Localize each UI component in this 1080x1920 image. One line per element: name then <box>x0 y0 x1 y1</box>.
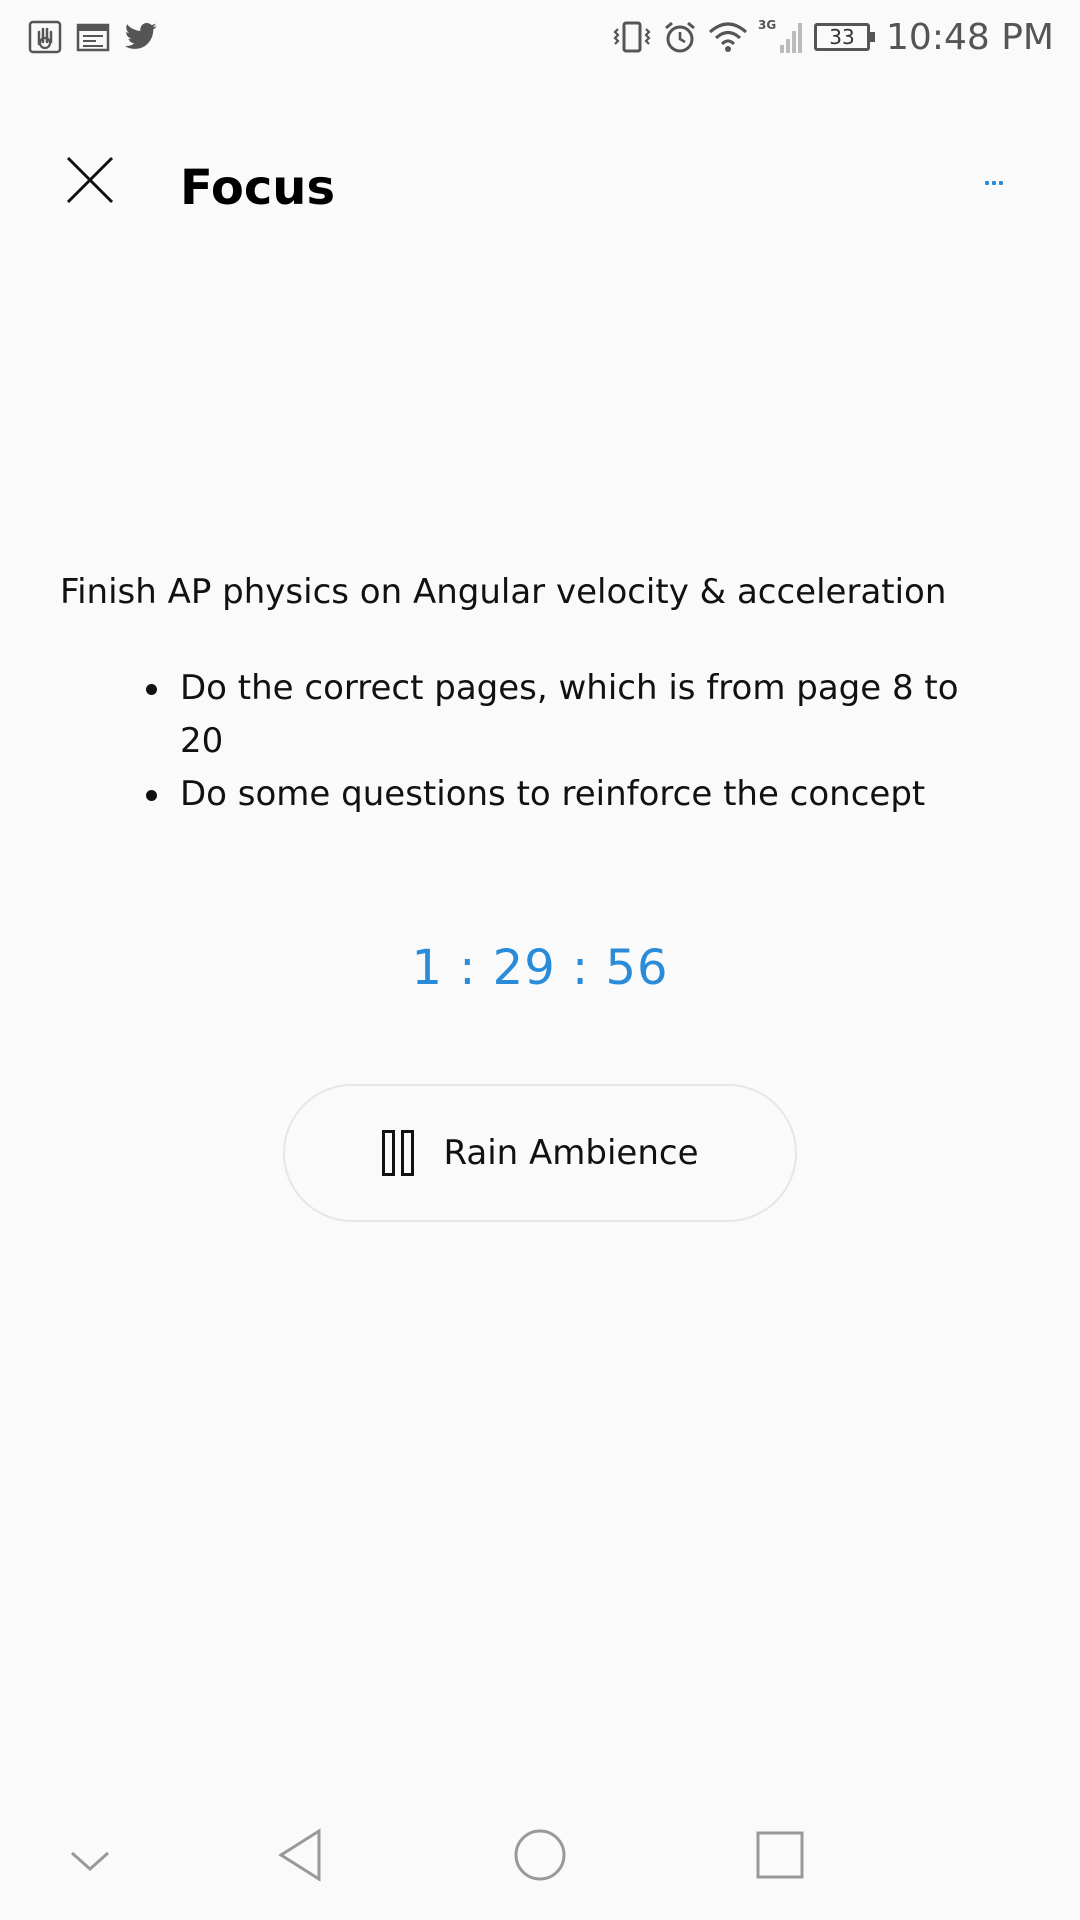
battery-icon: 33 <box>814 23 876 51</box>
task-bullet-list: Do the correct pages, which is from page… <box>140 662 1000 821</box>
vibrate-icon <box>612 19 652 55</box>
system-nav-bar <box>0 1790 1080 1920</box>
pause-icon <box>381 1130 414 1176</box>
ambience-label: Rain Ambience <box>443 1133 699 1173</box>
task-bullet-item: Do some questions to reinforce the conce… <box>140 768 1000 821</box>
close-button[interactable] <box>60 150 120 210</box>
task-title: Finish AP physics on Angular velocity & … <box>60 572 947 612</box>
hand-stop-icon <box>28 20 62 54</box>
network-label: 3G <box>758 18 776 32</box>
back-icon <box>278 1828 321 1882</box>
alarm-icon <box>662 19 698 55</box>
more-options-button[interactable] <box>974 168 1014 198</box>
status-bar-right: 3G 33 10:48 PM <box>612 17 1054 58</box>
status-bar: 3G 33 10:48 PM <box>0 0 1080 74</box>
twitter-icon <box>124 22 158 52</box>
recents-icon <box>756 1831 804 1879</box>
wifi-icon <box>708 20 748 54</box>
nav-recents-button[interactable] <box>750 1820 810 1890</box>
battery-level: 33 <box>829 25 855 49</box>
more-dots-icon <box>985 181 989 185</box>
status-bar-left <box>28 20 158 54</box>
nav-home-button[interactable] <box>510 1820 570 1890</box>
close-icon <box>66 156 114 204</box>
signal-3g-icon: 3G <box>758 17 804 57</box>
focus-timer: 1 : 29 : 56 <box>411 940 669 996</box>
task-bullet-item: Do the correct pages, which is from page… <box>140 662 1000 768</box>
ambience-toggle-button[interactable]: Rain Ambience <box>283 1084 797 1222</box>
calendar-icon <box>76 22 110 52</box>
home-icon <box>514 1829 566 1881</box>
status-time: 10:48 PM <box>886 16 1054 58</box>
app-bar: Focus <box>0 130 1080 250</box>
page-title: Focus <box>180 160 336 216</box>
nav-back-button[interactable] <box>270 1820 330 1890</box>
nav-collapse-button[interactable] <box>60 1830 120 1890</box>
chevron-down-icon <box>71 1851 109 1872</box>
